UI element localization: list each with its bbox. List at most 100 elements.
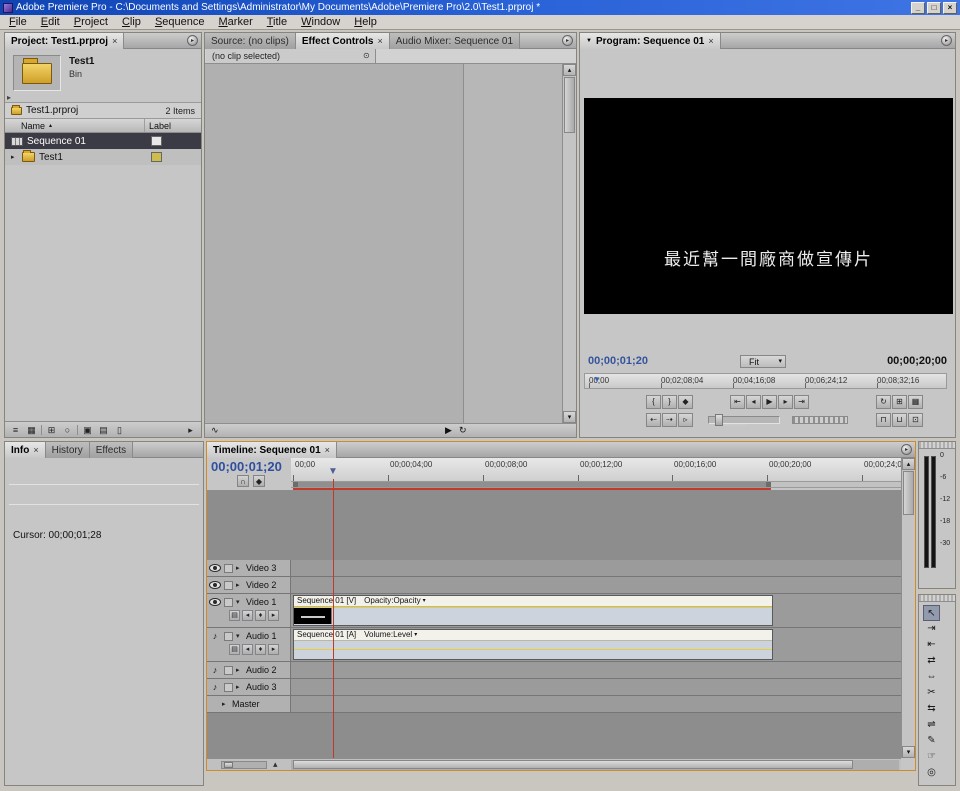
zoom-tool-button[interactable]: ◎: [923, 765, 940, 781]
menu-item-clip[interactable]: Clip: [115, 15, 148, 29]
expander-icon[interactable]: ▸: [11, 153, 18, 161]
tab-close-icon[interactable]: ×: [325, 445, 330, 455]
menu-item-help[interactable]: Help: [347, 15, 384, 29]
tab-source-monitor[interactable]: Source: (no clips): [205, 33, 296, 49]
track-lane-video-3[interactable]: [291, 560, 901, 576]
monitor-menu-icon[interactable]: ▼: [586, 38, 592, 44]
loop-icon[interactable]: ↻: [459, 425, 467, 436]
playhead[interactable]: ▼: [328, 466, 338, 477]
set-marker-button[interactable]: ◆: [678, 395, 693, 409]
track-select-tool-button[interactable]: ⇥: [923, 621, 940, 637]
track-output-toggle-icon[interactable]: [209, 564, 221, 572]
track-expand-icon[interactable]: ▸: [236, 581, 243, 589]
volume-rubber-band[interactable]: [294, 649, 772, 650]
scrollbar-track[interactable]: [291, 760, 899, 770]
tab-close-icon[interactable]: ×: [33, 445, 38, 455]
panel-menu-button[interactable]: ▸: [901, 444, 912, 455]
extract-button[interactable]: ⊔: [892, 413, 907, 427]
column-header-label[interactable]: Label: [145, 121, 171, 131]
track-lock-toggle[interactable]: [224, 581, 233, 590]
next-keyframe-icon[interactable]: ▸: [268, 644, 279, 655]
timeline-vertical-scrollbar[interactable]: ▴ ▾: [901, 458, 915, 758]
speaker-icon[interactable]: ♪: [209, 631, 221, 641]
maximize-button[interactable]: □: [927, 2, 941, 14]
tab-effect-controls[interactable]: Effect Controls ×: [296, 33, 390, 49]
minimize-button[interactable]: _: [911, 2, 925, 14]
loop-button[interactable]: ↻: [876, 395, 891, 409]
slip-tool-button[interactable]: ⇆: [923, 701, 940, 717]
rate-stretch-tool-button[interactable]: ⇔: [923, 669, 940, 685]
previous-keyframe-icon[interactable]: ◂: [242, 610, 253, 621]
track-lane-video-1[interactable]: Sequence 01 [V] Opacity:Opacity ▾: [291, 594, 901, 627]
selection-tool-button[interactable]: ↖: [923, 605, 940, 621]
jump-forward-button[interactable]: ⇢: [662, 413, 677, 427]
current-timecode[interactable]: 00;00;01;20: [588, 355, 648, 367]
output-button[interactable]: ▦: [908, 395, 923, 409]
panel-grip[interactable]: [919, 595, 955, 602]
icon-view-icon[interactable]: ▦: [25, 424, 38, 436]
pen-tool-button[interactable]: ✎: [923, 733, 940, 749]
clip-keyframe-dropdown[interactable]: Volume:Level ▾: [364, 630, 417, 640]
track-output-toggle-icon[interactable]: [209, 598, 221, 606]
set-in-button[interactable]: {: [646, 395, 661, 409]
track-expand-icon[interactable]: ▸: [222, 700, 229, 708]
label-swatch[interactable]: [151, 152, 162, 162]
speaker-icon[interactable]: ♪: [209, 682, 221, 692]
play-in-to-out-button[interactable]: ▹: [678, 413, 693, 427]
snap-button[interactable]: ∩: [237, 475, 249, 487]
hand-tool-button[interactable]: ☞: [923, 749, 940, 765]
set-display-style-icon[interactable]: ▤: [229, 644, 240, 655]
slide-tool-button[interactable]: ⇌: [923, 717, 940, 733]
panel-menu-button[interactable]: ▸: [187, 35, 198, 46]
menu-item-title[interactable]: Title: [260, 15, 294, 29]
tab-effects[interactable]: Effects: [90, 442, 133, 458]
add-keyframe-icon[interactable]: ♦: [255, 610, 266, 621]
panel-menu-button[interactable]: ▸: [562, 35, 573, 46]
rolling-edit-tool-button[interactable]: ⇄: [923, 653, 940, 669]
track-lock-toggle[interactable]: [224, 564, 233, 573]
track-lock-toggle[interactable]: [224, 598, 233, 607]
go-to-out-button[interactable]: ⇥: [794, 395, 809, 409]
set-display-style-icon[interactable]: ▤: [229, 610, 240, 621]
step-forward-button[interactable]: ▸: [778, 395, 793, 409]
track-expand-icon[interactable]: ▾: [236, 632, 243, 640]
effect-controls-scrollbar[interactable]: ▴ ▾: [562, 64, 576, 423]
project-row-sequence-01[interactable]: Sequence 01: [5, 133, 201, 149]
column-header-name[interactable]: Name ▴: [5, 119, 145, 132]
effect-controls-clip-selector[interactable]: (no clip selected): [206, 49, 376, 63]
track-expand-icon[interactable]: ▸: [236, 666, 243, 674]
automate-to-sequence-icon[interactable]: ⊞: [45, 424, 58, 436]
track-lane-video-2[interactable]: [291, 577, 901, 593]
scrollbar-up-icon[interactable]: ▴: [902, 458, 915, 470]
audio-clip[interactable]: Sequence 01 [A] Volume:Level ▾: [293, 629, 773, 660]
panel-grip[interactable]: [919, 442, 955, 449]
shuttle-thumb[interactable]: [715, 414, 723, 426]
timeline-horizontal-scrollbar[interactable]: ▴: [207, 758, 901, 770]
scrollbar-thumb[interactable]: [293, 760, 853, 769]
jog-wheel[interactable]: [792, 416, 848, 424]
menu-item-marker[interactable]: Marker: [212, 15, 260, 29]
track-lane-audio-1[interactable]: Sequence 01 [A] Volume:Level ▾: [291, 628, 901, 661]
razor-tool-button[interactable]: ✂: [923, 685, 940, 701]
timeline-ruler[interactable]: 00;00 00;00;04;00 00;00;08;00 00;00;12;0…: [291, 458, 901, 482]
menu-item-window[interactable]: Window: [294, 15, 347, 29]
track-lock-toggle[interactable]: [224, 632, 233, 641]
panel-menu-button[interactable]: ▸: [941, 35, 952, 46]
tab-history[interactable]: History: [46, 442, 90, 458]
timeline-timecode[interactable]: 00;00;01;20: [211, 459, 282, 474]
poster-play-icon[interactable]: ▸: [7, 93, 11, 102]
play-button[interactable]: ▶: [762, 395, 777, 409]
go-to-in-button[interactable]: ⇤: [730, 395, 745, 409]
menu-item-sequence[interactable]: Sequence: [148, 15, 212, 29]
tab-info[interactable]: Info ×: [5, 442, 46, 458]
shuttle-slider[interactable]: [708, 416, 780, 424]
program-playhead[interactable]: ▼: [593, 375, 601, 384]
tab-close-icon[interactable]: ×: [112, 36, 117, 46]
work-area-bar[interactable]: [293, 482, 771, 487]
jump-back-button[interactable]: ⇠: [646, 413, 661, 427]
video-clip[interactable]: Sequence 01 [V] Opacity:Opacity ▾: [293, 595, 773, 626]
zoom-in-icon[interactable]: ▴: [273, 759, 278, 770]
label-swatch[interactable]: [151, 136, 162, 146]
tab-project[interactable]: Project: Test1.prproj ×: [5, 33, 124, 49]
add-keyframe-icon[interactable]: ♦: [255, 644, 266, 655]
